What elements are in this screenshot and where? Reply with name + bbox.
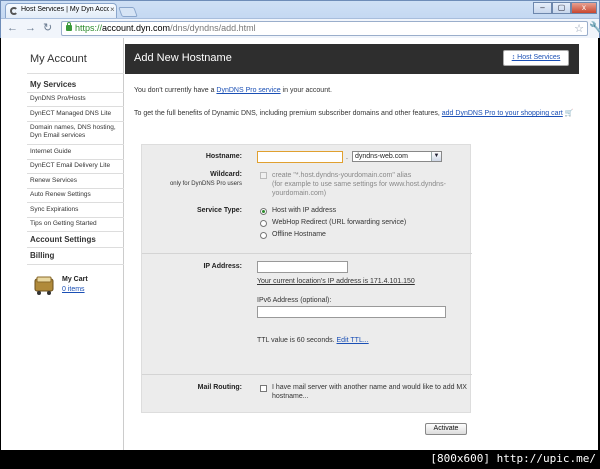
- sidebar-item-domain-names[interactable]: Domain names, DNS hosting, Dyn Email ser…: [30, 124, 124, 140]
- edit-ttl-link[interactable]: Edit TTL...: [337, 337, 369, 344]
- domain-selected-value: dyndns-web.com: [355, 153, 408, 160]
- current-ip-link[interactable]: Your current location's IP address is 17…: [257, 277, 415, 286]
- sidebar-title: My Account: [30, 53, 87, 65]
- service-radio-offline[interactable]: [260, 232, 267, 239]
- mail-routing-checkbox[interactable]: [260, 385, 267, 392]
- back-button[interactable]: ←: [7, 22, 18, 34]
- wildcard-label: Wildcard:: [210, 171, 242, 178]
- browser-chrome: Host Services | My Dyn Acco × – ▢ x ← → …: [0, 0, 600, 38]
- domain-select[interactable]: dyndns-web.com ▼: [352, 151, 442, 162]
- ip-address-label: IP Address:: [203, 263, 242, 270]
- divider: [27, 106, 124, 107]
- notice-text: You don't currently have a DynDNS Pro se…: [134, 87, 332, 94]
- activate-button[interactable]: Activate: [425, 423, 467, 435]
- divider: [27, 144, 124, 145]
- close-window-button[interactable]: x: [571, 2, 597, 14]
- divider: [27, 121, 124, 122]
- watermark-text: [800x600] http://upic.me/: [430, 452, 596, 465]
- page-header: Add New Hostname ↕ Host Services: [125, 44, 579, 74]
- host-services-link[interactable]: ↕ Host Services: [503, 50, 569, 66]
- divider: [27, 173, 124, 174]
- divider: [27, 92, 124, 93]
- service-radio-host[interactable]: [260, 208, 267, 215]
- sidebar-item-dynect-email[interactable]: DynECT Email Delivery Lite: [30, 162, 124, 170]
- sidebar-item-tips[interactable]: Tips on Getting Started: [30, 220, 124, 228]
- address-bar[interactable]: https://account.dyn.com/dns/dyndns/add.h…: [61, 21, 588, 36]
- browser-tab[interactable]: Host Services | My Dyn Acco ×: [5, 3, 117, 18]
- hostname-form: Hostname: . dyndns-web.com ▼ Wildcard: o…: [141, 144, 472, 413]
- divider: [27, 159, 124, 160]
- sidebar-section-my-services[interactable]: My Services: [30, 80, 76, 89]
- sidebar-item-dyndns-pro[interactable]: DynDNS Pro/Hosts: [30, 95, 124, 103]
- reload-button[interactable]: ↻: [43, 22, 52, 34]
- dyndns-pro-link[interactable]: DynDNS Pro service: [216, 87, 280, 94]
- service-option-offline: Offline Hostname: [272, 231, 326, 238]
- divider: [27, 73, 124, 74]
- new-tab-button[interactable]: [118, 7, 138, 17]
- forward-button[interactable]: →: [25, 22, 36, 34]
- hostname-label: Hostname:: [205, 153, 242, 160]
- lock-icon: [66, 22, 72, 31]
- bookmark-star-icon[interactable]: ☆: [574, 22, 584, 35]
- service-radio-webhop[interactable]: [260, 220, 267, 227]
- add-to-cart-link[interactable]: add DynDNS Pro to your shopping cart: [442, 110, 563, 117]
- sidebar-item-renew-services[interactable]: Renew Services: [30, 177, 124, 185]
- mail-routing-text: I have mail server with another name and…: [272, 384, 467, 400]
- cart-items-link[interactable]: 0 items: [62, 286, 85, 293]
- ipv6-input[interactable]: [257, 306, 446, 318]
- main-content: Add New Hostname ↕ Host Services You don…: [125, 38, 598, 450]
- page-title: Add New Hostname: [134, 52, 232, 64]
- hostname-input[interactable]: [257, 151, 343, 163]
- chevron-down-icon: ▼: [431, 152, 441, 161]
- wildcard-sublabel: only for DynDNS Pro users: [169, 181, 242, 187]
- minimize-button[interactable]: –: [533, 2, 552, 14]
- divider: [27, 202, 124, 203]
- sidebar-item-internet-guide[interactable]: Internet Guide: [30, 148, 124, 156]
- sidebar-section-account-settings[interactable]: Account Settings: [30, 235, 96, 244]
- cart-title: My Cart: [62, 276, 88, 283]
- service-option-webhop: WebHop Redirect (URL forwarding service): [272, 219, 407, 226]
- ipv6-label: IPv6 Address (optional):: [257, 297, 332, 304]
- ip-address-input[interactable]: [257, 261, 348, 273]
- cart-icon[interactable]: [32, 274, 56, 296]
- service-type-label: Service Type:: [196, 207, 242, 214]
- divider: [27, 264, 124, 265]
- service-option-host: Host with IP address: [272, 207, 337, 214]
- sidebar-section-billing[interactable]: Billing: [30, 251, 54, 260]
- sidebar: My Account My Services DynDNS Pro/Hosts …: [1, 38, 124, 450]
- ttl-text: TTL value is 60 seconds. Edit TTL...: [257, 337, 369, 344]
- wrench-icon[interactable]: 🔧: [589, 21, 600, 34]
- sidebar-item-sync-expirations[interactable]: Sync Expirations: [30, 206, 124, 214]
- browser-toolbar: ← → ↻ https://account.dyn.com/dns/dyndns…: [1, 18, 600, 38]
- page-viewport: My Account My Services DynDNS Pro/Hosts …: [1, 38, 598, 450]
- mail-routing-label: Mail Routing:: [197, 384, 242, 391]
- wildcard-checkbox[interactable]: [260, 172, 267, 179]
- cart-small-icon: 🛒: [564, 110, 574, 117]
- divider: [27, 188, 124, 189]
- divider: [27, 217, 124, 218]
- divider: [142, 253, 472, 254]
- divider: [27, 231, 124, 232]
- sidebar-item-dynect-managed-dns[interactable]: DynECT Managed DNS Lite: [30, 110, 124, 118]
- tab-title: Host Services | My Dyn Acco: [21, 6, 109, 13]
- divider: [142, 374, 472, 375]
- wildcard-text: create "*.host.dyndns-yourdomain.com" al…: [272, 172, 446, 197]
- url-text: https://account.dyn.com/dns/dyndns/add.h…: [75, 23, 256, 33]
- hostname-dot: .: [346, 154, 348, 161]
- footer-bar: [800x600] http://upic.me/: [0, 450, 600, 469]
- tab-close-icon[interactable]: ×: [110, 5, 115, 14]
- divider: [27, 247, 124, 248]
- favicon-icon: [10, 7, 18, 15]
- upsell-text: To get the full benefits of Dynamic DNS,…: [134, 110, 574, 117]
- sidebar-item-auto-renew[interactable]: Auto Renew Settings: [30, 191, 124, 199]
- maximize-button[interactable]: ▢: [552, 2, 571, 14]
